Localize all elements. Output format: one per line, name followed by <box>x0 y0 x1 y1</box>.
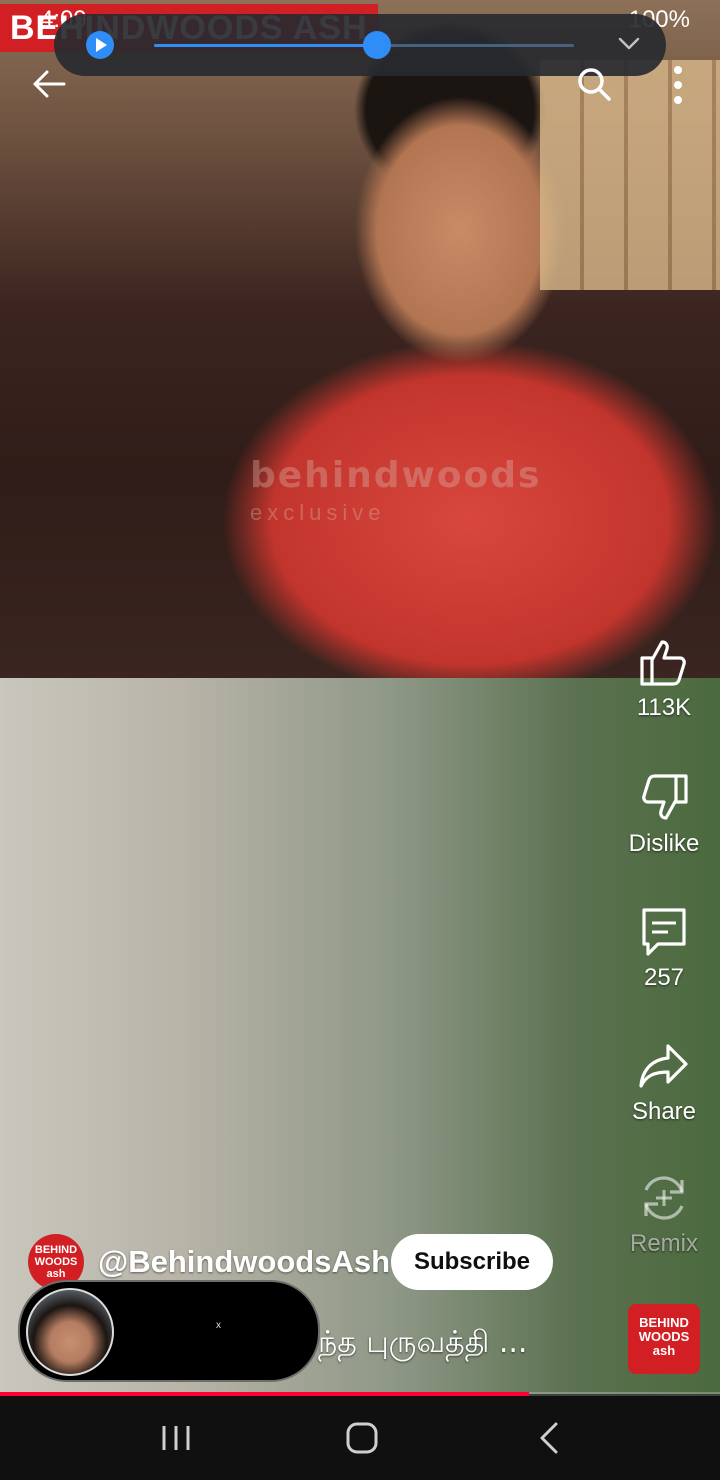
more-vertical-icon[interactable] <box>668 64 688 106</box>
like-count: 113K <box>636 694 692 721</box>
back-arrow-icon[interactable] <box>32 68 66 100</box>
search-icon[interactable] <box>576 66 612 102</box>
watermark-subtext: exclusive <box>250 500 386 525</box>
chevron-down-icon[interactable] <box>618 32 640 54</box>
background-wall <box>540 60 720 290</box>
nav-back-icon[interactable] <box>520 1418 580 1458</box>
dislike-label: Dislike <box>628 830 700 857</box>
watermark-text: behindwoods <box>250 455 542 496</box>
play-icon[interactable] <box>86 31 114 59</box>
media-control-bar <box>54 14 666 76</box>
remix-label: Remix <box>629 1230 698 1257</box>
video-caption[interactable]: ந்த புருவத்தி ... <box>318 1325 527 1364</box>
share-button[interactable]: Share <box>609 1040 719 1126</box>
floating-mini-player[interactable]: x <box>18 1280 320 1382</box>
share-icon <box>639 1044 688 1088</box>
media-seek-track[interactable] <box>154 31 574 59</box>
channel-handle[interactable]: @BehindwoodsAsh <box>98 1244 390 1280</box>
close-icon[interactable]: x <box>216 1320 221 1331</box>
comment-count: 257 <box>643 964 685 991</box>
like-button[interactable]: 113K <box>609 636 719 722</box>
dislike-button[interactable]: Dislike <box>609 772 719 858</box>
comment-icon <box>642 908 686 956</box>
remix-icon <box>644 1176 684 1220</box>
remix-button[interactable]: Remix <box>609 1172 719 1258</box>
share-label: Share <box>631 1098 697 1125</box>
home-icon[interactable] <box>332 1418 392 1458</box>
recents-icon[interactable] <box>146 1418 206 1458</box>
channel-thumbnail[interactable]: BEHIND WOODS ash <box>628 1304 700 1374</box>
subscribe-button[interactable]: Subscribe <box>391 1234 553 1290</box>
video-frame-top[interactable]: behindwoods exclusive <box>0 0 720 678</box>
comments-button[interactable]: 257 <box>609 906 719 992</box>
thumbs-down-icon <box>642 774 688 820</box>
channel-thumbnail-logo-text: BEHIND WOODS ash <box>638 1315 690 1358</box>
media-seek-handle[interactable] <box>362 31 391 59</box>
mini-player-thumbnail[interactable] <box>26 1288 114 1376</box>
thumbs-up-icon <box>640 640 686 686</box>
media-seek-fill <box>154 44 377 47</box>
channel-avatar-logo-text: BEHIND WOODS ash <box>34 1244 78 1280</box>
system-navigation-bar <box>0 1396 720 1480</box>
